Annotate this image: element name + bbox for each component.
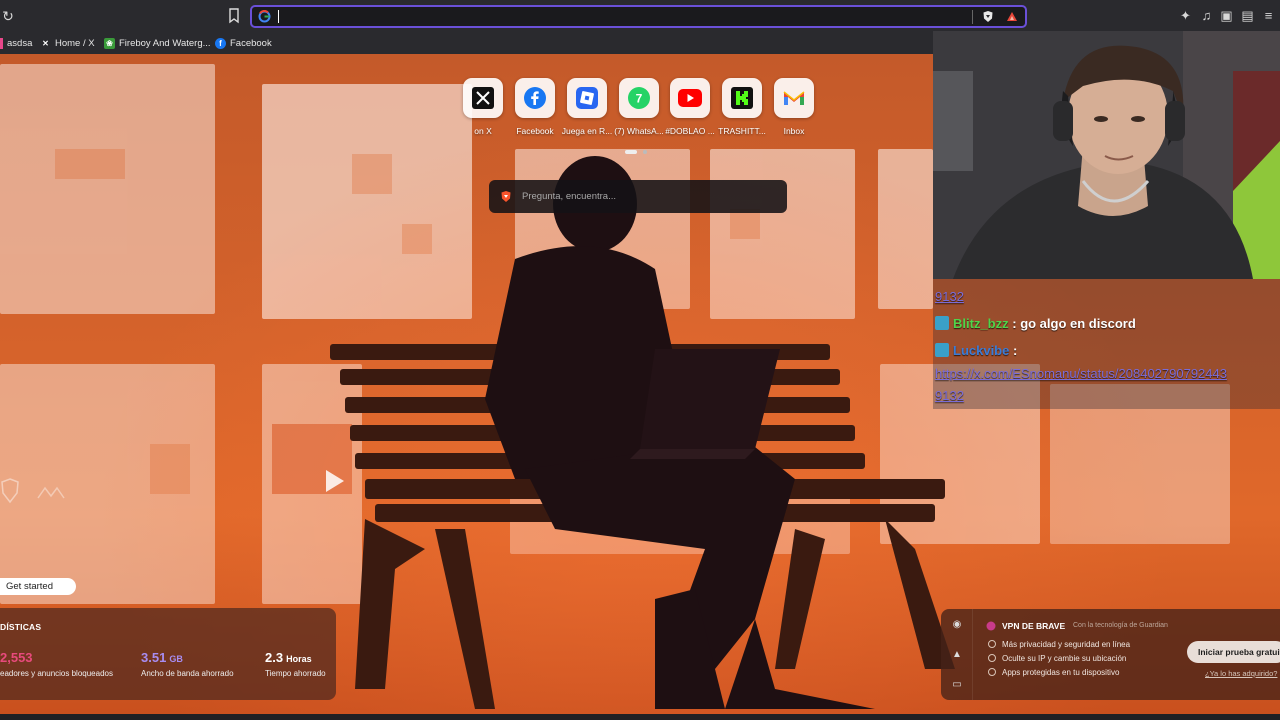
- chat-link-fragment: 9132: [935, 289, 964, 304]
- top-site-facebook[interactable]: Facebook: [513, 78, 557, 136]
- facebook-icon: [515, 78, 555, 118]
- cards-icon[interactable]: ▭: [951, 679, 963, 691]
- bookmark-label: Fireboy And Waterg...: [119, 37, 211, 49]
- top-site-gmail[interactable]: Inbox: [772, 78, 816, 136]
- stat-label: eadores y anuncios bloqueados: [0, 669, 113, 678]
- bookmark-fireboy[interactable]: ❀ Fireboy And Waterg...: [104, 36, 211, 50]
- bat-icon: [37, 486, 65, 499]
- brave-lion-icon: [501, 191, 511, 202]
- whatsapp-icon: 7: [619, 78, 659, 118]
- top-sites-pager[interactable]: [625, 149, 649, 155]
- chat-badge-icon: [935, 343, 949, 357]
- top-site-roblox[interactable]: Juega en R...: [562, 78, 612, 136]
- vpn-feature: Apps protegidas en tu dispositivo: [988, 668, 1119, 677]
- roblox-icon: [567, 78, 607, 118]
- top-site-whatsapp[interactable]: 7 (7) WhatsA...: [614, 78, 664, 136]
- stat-value: 2.3 Horas: [265, 650, 312, 665]
- stat-blocked: 2,553 eadores y anuncios bloqueados: [0, 650, 113, 678]
- chat-link-continuation: 9132: [935, 388, 964, 403]
- stat-time: 2.3 Horas Tiempo ahorrado: [265, 650, 326, 678]
- address-input[interactable]: [276, 9, 966, 24]
- bookmark-label: asdsa: [7, 37, 33, 49]
- brave-lion-icon: [1, 478, 19, 504]
- widget-switcher: ◉ ▲ ▭: [941, 609, 973, 700]
- text-caret: [278, 10, 279, 23]
- top-site-youtube[interactable]: #DOBLAO ...: [665, 78, 715, 136]
- bookmark-favicon-icon: [0, 37, 3, 49]
- vpn-powered-by: Con la tecnología de Guardian: [1073, 622, 1168, 629]
- chat-message: Blitz_bzz : go algo en discord: [935, 316, 1136, 331]
- sidebar-icon[interactable]: ▣: [1219, 8, 1234, 23]
- get-started-button[interactable]: Get started: [0, 578, 76, 595]
- stat-bandwidth: 3.51 GB Ancho de banda ahorrado: [141, 650, 234, 678]
- vpn-title: VPN DE BRAVE: [1002, 621, 1066, 631]
- top-site-kick[interactable]: TRASHITT...: [718, 78, 766, 136]
- wallet-icon[interactable]: ▤: [1240, 8, 1255, 23]
- x-icon: ✕: [42, 38, 49, 48]
- chat-text: :: [1012, 343, 1018, 358]
- media-icon[interactable]: ♫: [1199, 8, 1214, 23]
- chat-link: https://x.com/ESnomanu/status/2084027907…: [935, 366, 1227, 381]
- vpn-feature: Más privacidad y seguridad en línea: [988, 640, 1130, 649]
- chat-username: Luckvibe: [953, 343, 1010, 358]
- gmail-icon: [774, 78, 814, 118]
- top-site-x[interactable]: on X: [461, 78, 505, 136]
- bookmark-label: Facebook: [230, 37, 272, 49]
- bookmark-asdsa[interactable]: asdsa: [0, 36, 32, 50]
- fireboy-icon: ❀: [104, 37, 115, 49]
- x-icon: [463, 78, 503, 118]
- webcam-overlay: [933, 31, 1280, 279]
- window-bottom-edge: [0, 714, 1280, 720]
- brave-rewards-icon[interactable]: [1006, 10, 1018, 23]
- extensions-icon[interactable]: ✦: [1178, 8, 1193, 23]
- vpn-icon: [986, 621, 996, 631]
- already-purchased-link[interactable]: ¿Ya lo has adquirido?: [1205, 669, 1277, 678]
- address-separator: [972, 10, 973, 24]
- brave-shields-icon[interactable]: [982, 10, 994, 23]
- stream-chat-overlay: 9132 Blitz_bzz : go algo en discord Luck…: [933, 279, 1280, 409]
- vpn-location-icon[interactable]: ◉: [951, 619, 963, 631]
- stats-title: DÍSTICAS: [0, 622, 42, 632]
- streamer-illustration: [933, 31, 1280, 279]
- stat-label: Ancho de banda ahorrado: [141, 669, 234, 678]
- start-trial-button[interactable]: Iniciar prueba gratuita: [1187, 641, 1280, 663]
- chat-message: Luckvibe :: [935, 343, 1017, 358]
- chat-text: : go algo en discord: [1012, 316, 1136, 331]
- svg-text:7: 7: [636, 92, 643, 106]
- bookmark-facebook[interactable]: f Facebook: [215, 36, 272, 50]
- kick-icon: [722, 78, 762, 118]
- stat-label: Tiempo ahorrado: [265, 669, 326, 678]
- rewards-triangle-icon[interactable]: ▲: [951, 649, 963, 661]
- google-icon: [258, 10, 271, 23]
- chat-badge-icon: [935, 316, 949, 330]
- stat-value: 3.51 GB: [141, 650, 183, 665]
- bookmark-label: Home / X: [55, 37, 95, 49]
- bookmark-icon[interactable]: [228, 8, 240, 24]
- facebook-icon: f: [215, 37, 226, 49]
- bench-person-illustration: [330, 156, 955, 709]
- browser-window: { "browser": { "url_value": "", "url_pla…: [0, 0, 1280, 720]
- stats-widget: DÍSTICAS 2,553 eadores y anuncios bloque…: [0, 608, 336, 700]
- menu-icon[interactable]: ≡: [1261, 8, 1276, 23]
- stat-value: 2,553: [0, 650, 33, 665]
- bookmark-x[interactable]: ✕ Home / X: [40, 36, 95, 50]
- newtab-search-input[interactable]: [522, 189, 762, 204]
- reload-icon[interactable]: ↻: [0, 8, 16, 24]
- youtube-icon: [670, 78, 710, 118]
- browser-toolbar: ↻ ✦ ♫ ▣ ▤ ≡: [0, 0, 1280, 32]
- address-bar[interactable]: [250, 5, 1027, 28]
- vpn-widget: ◉ ▲ ▭ VPN DE BRAVE Con la tecnología de …: [941, 609, 1280, 700]
- vpn-feature: Oculte su IP y cambie su ubicación: [988, 654, 1126, 663]
- chat-username: Blitz_bzz: [953, 316, 1009, 331]
- top-site-label: Inbox: [783, 126, 805, 136]
- newtab-search-box[interactable]: [489, 180, 787, 213]
